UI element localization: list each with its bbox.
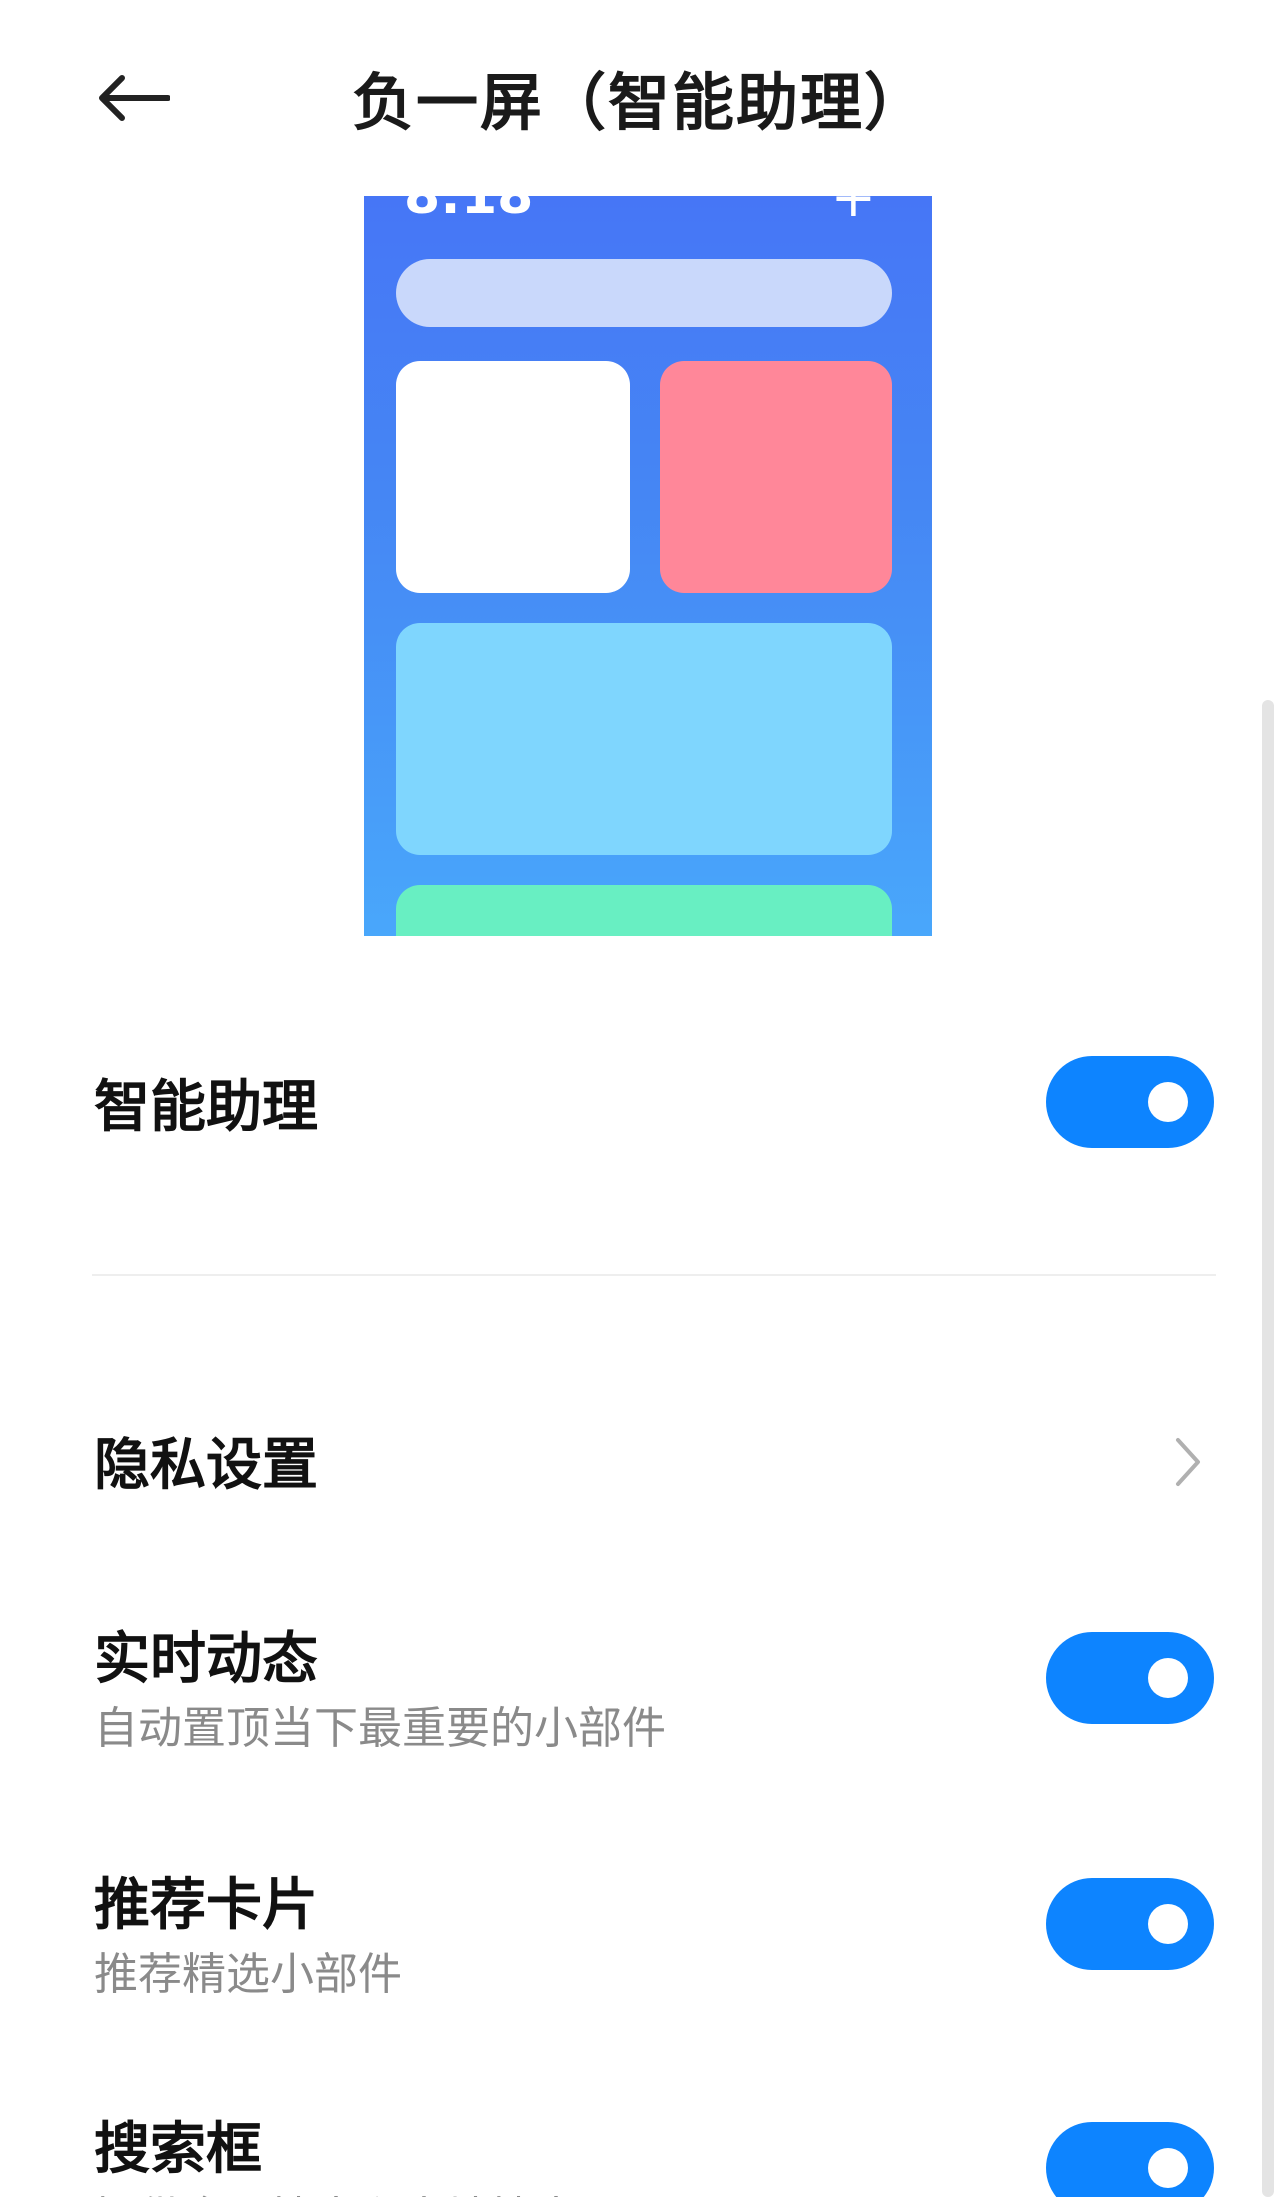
- preview-time: 8:18: [404, 196, 534, 226]
- section-divider: [92, 1274, 1216, 1276]
- recommended-cards-row[interactable]: 推荐卡片 推荐精选小部件: [94, 1856, 1214, 2006]
- smart-assistant-row[interactable]: 智能助理: [94, 1050, 1214, 1160]
- toggle-knob: [1148, 1904, 1188, 1944]
- search-box-description: 提供全局搜索和本地搜索: [94, 2182, 578, 2197]
- live-updates-label: 实时动态: [94, 1627, 318, 1692]
- privacy-settings-label: 隐私设置: [94, 1433, 318, 1498]
- smart-assistant-toggle[interactable]: [1046, 1056, 1214, 1148]
- recommended-cards-toggle[interactable]: [1046, 1878, 1214, 1970]
- toggle-knob: [1148, 1082, 1188, 1122]
- preview-card-wide: [396, 623, 892, 855]
- search-box-row[interactable]: 搜索框 提供全局搜索和本地搜索: [94, 2100, 1214, 2197]
- recommended-cards-label: 推荐卡片: [94, 1873, 318, 1938]
- preview-card-green: [396, 885, 892, 936]
- minus-one-screen-preview: 8:18 +: [364, 196, 932, 936]
- scrollbar[interactable]: [1262, 700, 1274, 2197]
- privacy-settings-row[interactable]: 隐私设置: [94, 1416, 1214, 1506]
- preview-card-white: [396, 361, 630, 593]
- toggle-knob: [1148, 1658, 1188, 1698]
- chevron-right-icon: [1176, 1438, 1200, 1486]
- search-box-label: 搜索框: [94, 2117, 262, 2182]
- smart-assistant-label: 智能助理: [94, 1075, 318, 1140]
- preview-plus-icon: +: [830, 196, 876, 229]
- toggle-knob: [1148, 2148, 1188, 2188]
- page-title: 负一屏（智能助理）: [351, 66, 928, 139]
- search-box-toggle[interactable]: [1046, 2122, 1214, 2197]
- preview-search-bar: [396, 259, 892, 327]
- recommended-cards-description: 推荐精选小部件: [94, 1949, 402, 2000]
- live-updates-toggle[interactable]: [1046, 1632, 1214, 1724]
- live-updates-description: 自动置顶当下最重要的小部件: [94, 1703, 666, 1754]
- live-updates-row[interactable]: 实时动态 自动置顶当下最重要的小部件: [94, 1610, 1214, 1760]
- settings-page: 负一屏（智能助理） 8:18 + 智能助理 隐私设置 实时动态 自动置顶当下最重…: [0, 0, 1280, 2197]
- preview-card-pink: [660, 361, 892, 593]
